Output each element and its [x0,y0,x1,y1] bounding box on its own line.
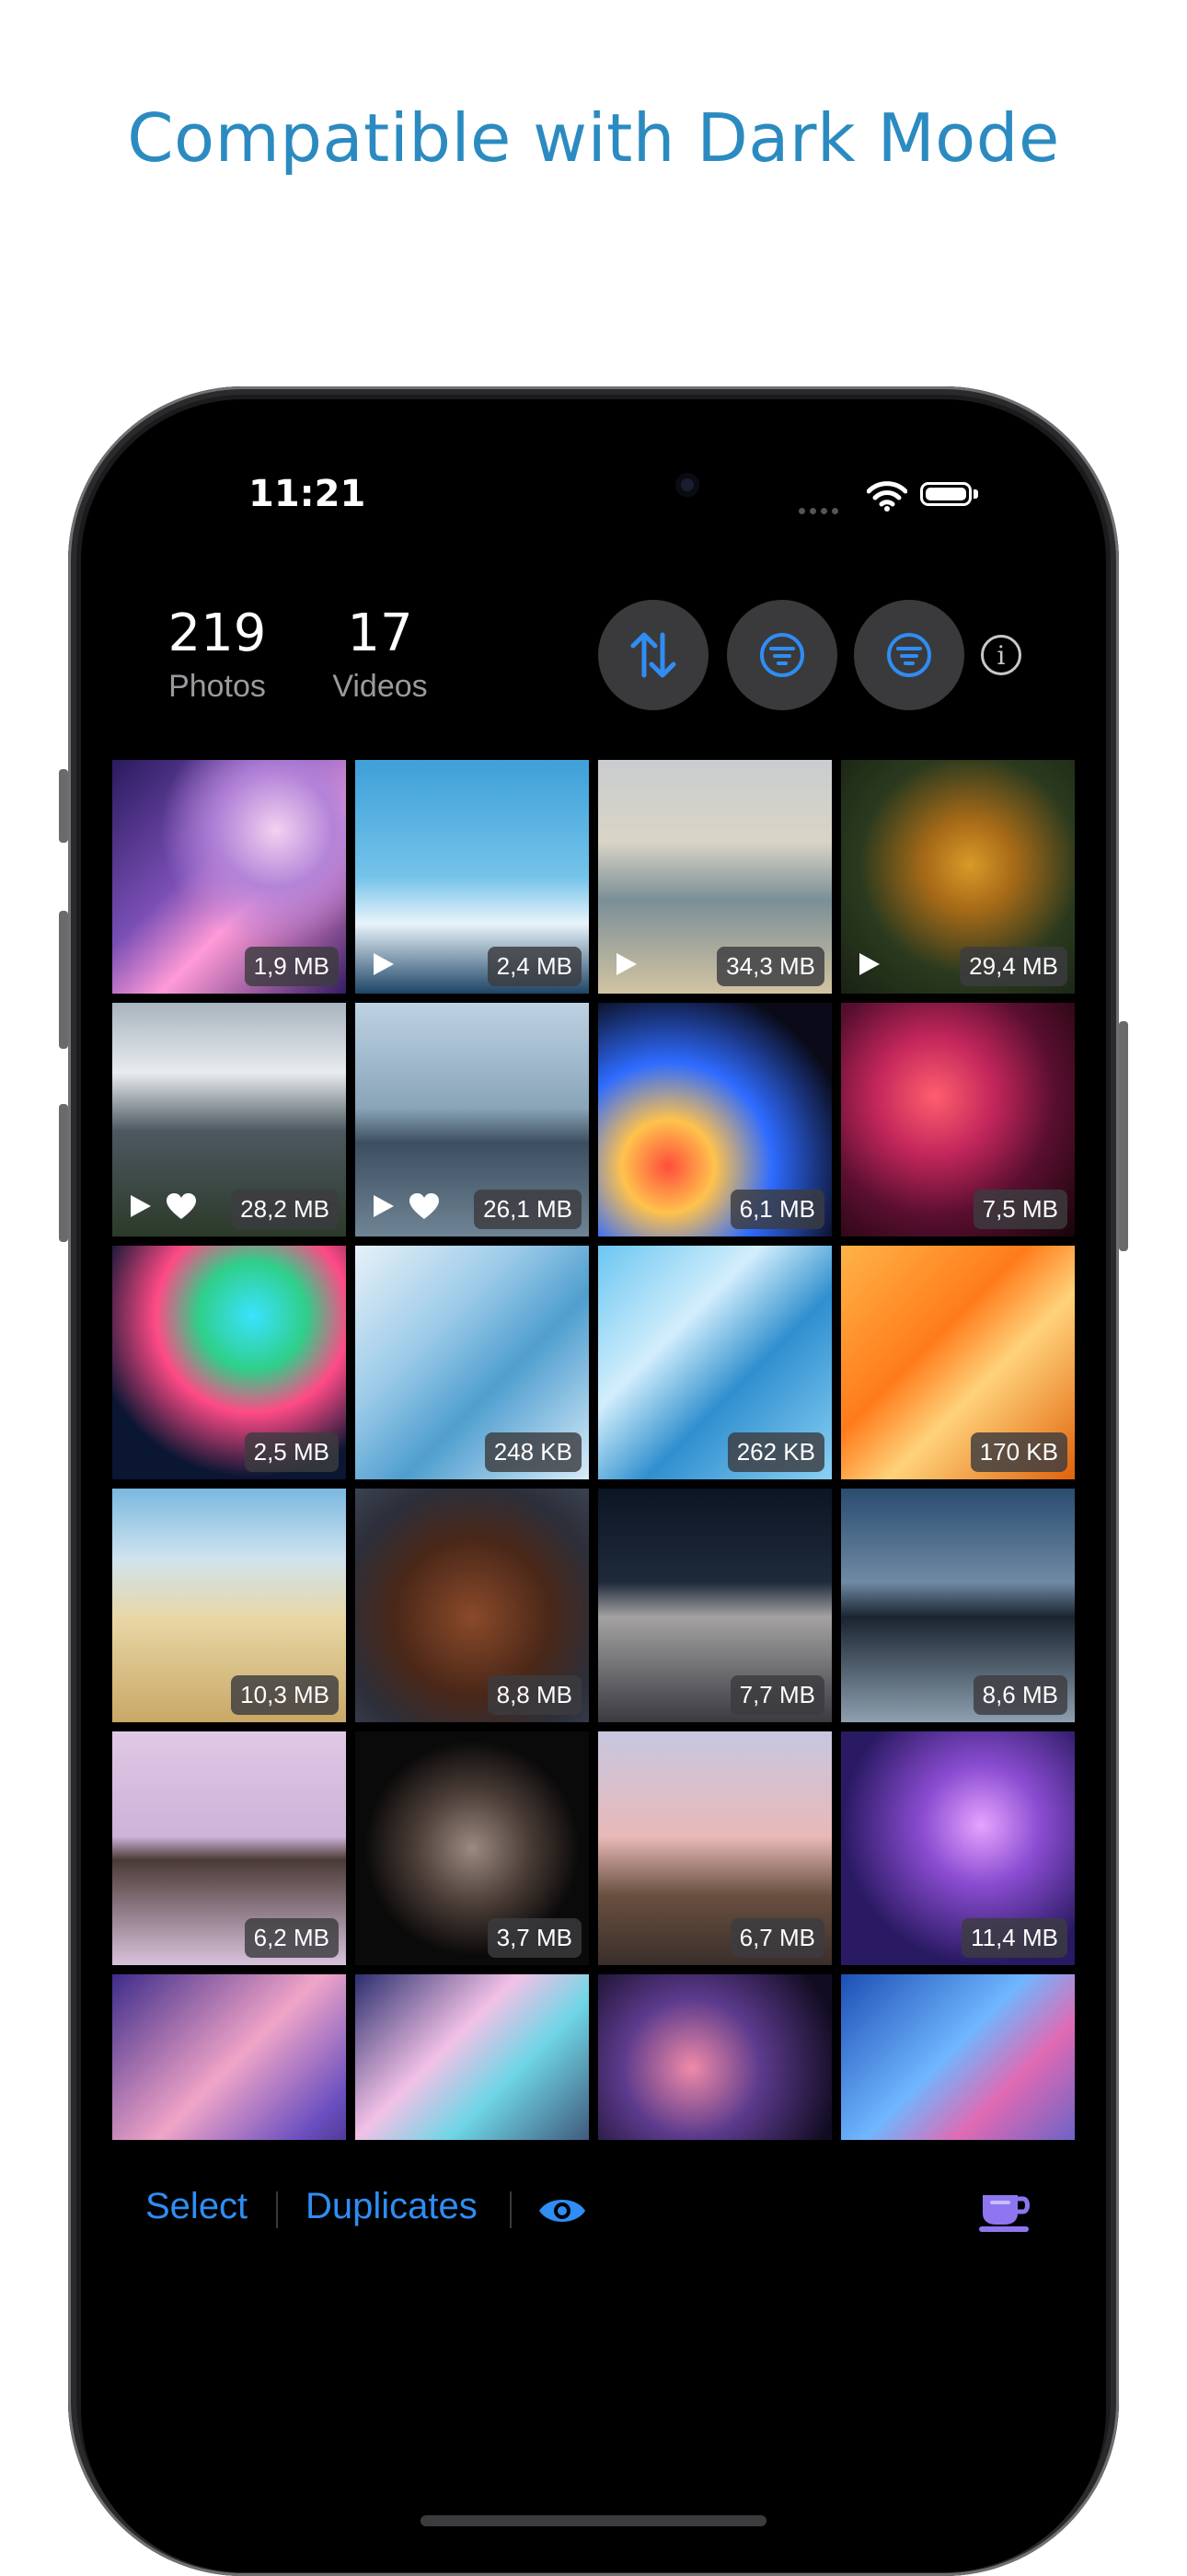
sort-arrows-icon [630,632,676,678]
media-thumbnail[interactable]: 28,2 MB [112,1003,346,1236]
media-thumbnail[interactable]: 248 KB [355,1246,589,1479]
media-thumbnail[interactable]: 2,4 MB [355,760,589,994]
videos-count-value: 17 [347,604,413,663]
file-size-badge: 10,3 MB [231,1675,339,1715]
media-thumbnail[interactable]: 6,7 MB [598,1731,832,1965]
file-size-badge: 6,1 MB [730,1190,824,1229]
media-thumbnail[interactable]: 170 KB [841,1246,1075,1479]
media-thumbnail[interactable]: 6,1 MB [598,1003,832,1236]
wifi-icon [867,481,907,512]
file-size-badge: 34,3 MB [717,947,824,986]
file-size-badge: 6,7 MB [730,1918,824,1958]
file-size-badge: 7,7 MB [730,1675,824,1715]
select-button[interactable]: Select [145,2186,248,2227]
thumbnail-badges [129,1192,197,1220]
play-icon [374,953,394,975]
toolbar-divider [276,2191,278,2228]
media-thumbnail[interactable]: 9 MB [598,1974,832,2140]
toolbar-divider [510,2191,512,2228]
file-size-badge: 28,2 MB [231,1190,339,1229]
media-thumbnail[interactable]: 34,3 MB [598,760,832,994]
media-thumbnail[interactable]: 9,8 MB [112,1974,346,2140]
file-size-badge: 2,5 MB [244,1432,339,1472]
file-size-badge: 8,6 MB [973,1675,1067,1715]
file-size-badge: 248 KB [484,1432,582,1472]
photos-count-label: Photos [168,669,266,704]
media-thumbnail[interactable]: 262 KB [598,1246,832,1479]
media-grid: 1,9 MB 2,4 MB 34,3 MB 29,4 MB 28,2 MB 26,1 MB… [112,760,1075,2140]
media-thumbnail[interactable]: 10,3 MB [112,1489,346,1722]
camera-icon [675,473,699,497]
battery-icon [920,482,972,506]
media-thumbnail[interactable]: 7,5 MB [841,1003,1075,1236]
media-thumbnail[interactable]: 8,8 MB [355,1489,589,1722]
photos-count: 219 Photos [144,604,291,705]
battery-tip [974,489,978,499]
file-size-badge: 6,2 MB [244,1918,339,1958]
videos-count: 17 Videos [311,604,449,705]
media-thumbnail[interactable]: 6,2 MB [112,1731,346,1965]
phone-side-button [59,1104,68,1242]
media-thumbnail[interactable]: 9,4 MB [355,1974,589,2140]
filter-button-secondary[interactable] [854,600,964,710]
play-icon [374,1195,394,1217]
file-size-badge: 170 KB [970,1432,1067,1472]
signal-icon [799,502,854,514]
file-size-badge: 26,1 MB [474,1190,582,1229]
phone-side-button [59,911,68,1049]
duplicates-button[interactable]: Duplicates [305,2186,478,2227]
file-size-badge: 1,9 MB [244,947,339,986]
thumbnail-badges [372,1192,440,1220]
coffee-cup-icon[interactable] [977,2188,1036,2234]
eye-icon[interactable] [537,2193,587,2228]
filter-icon [887,633,931,677]
file-size-badge: 2,4 MB [487,947,582,986]
file-size-badge: 7,5 MB [973,1190,1067,1229]
thumbnail-badges [858,951,882,977]
thumbnail-badges [372,951,396,977]
media-thumbnail[interactable]: 26,1 MB [355,1003,589,1236]
home-indicator [421,2515,766,2526]
file-size-badge: 29,4 MB [960,947,1067,986]
filter-icon [760,633,804,677]
file-size-badge: 3,7 MB [487,1918,582,1958]
phone-side-button [1119,1021,1128,1251]
thumbnail-badges [615,951,639,977]
filter-button[interactable] [727,600,837,710]
media-thumbnail[interactable]: 3,7 MB [355,1731,589,1965]
photos-count-value: 219 [167,604,267,663]
info-icon[interactable]: i [981,635,1021,675]
headline: Compatible with Dark Mode [127,99,1060,177]
phone-screen: 11:21 219 Photos 17 Videos i 1,9 MB 2,4 … [81,399,1106,2572]
file-size-badge: 11,4 MB [962,1918,1067,1958]
phone-side-button [59,769,68,843]
media-thumbnail[interactable]: 11,4 MB [841,1731,1075,1965]
status-time: 11:21 [248,473,366,515]
media-thumbnail[interactable]: 2,5 MB [841,1974,1075,2140]
play-icon [859,953,880,975]
media-thumbnail[interactable]: 29,4 MB [841,760,1075,994]
media-thumbnail[interactable]: 8,6 MB [841,1489,1075,1722]
sort-button[interactable] [598,600,709,710]
media-thumbnail[interactable]: 7,7 MB [598,1489,832,1722]
heart-icon [409,1193,439,1219]
media-thumbnail[interactable]: 1,9 MB [112,760,346,994]
file-size-badge: 8,8 MB [487,1675,582,1715]
videos-count-label: Videos [332,669,428,704]
play-icon [617,953,637,975]
file-size-badge: 262 KB [727,1432,824,1472]
bottom-toolbar: Select Duplicates [81,2138,1106,2276]
heart-icon [167,1193,196,1219]
play-icon [131,1195,151,1217]
media-thumbnail[interactable]: 2,5 MB [112,1246,346,1479]
